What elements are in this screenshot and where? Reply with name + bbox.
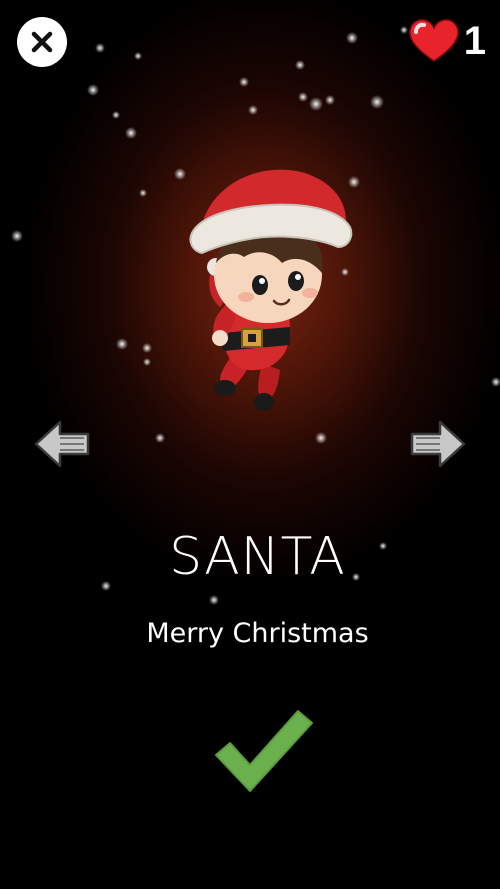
checkmark-icon	[215, 710, 313, 792]
lives-counter: 1	[408, 18, 486, 64]
lives-count: 1	[463, 19, 486, 63]
arrow-left-icon	[34, 420, 90, 468]
character-name: SANTA	[169, 527, 346, 587]
character-select-screen: 1 SANTA Merry Christmas	[0, 0, 500, 889]
previous-character-button[interactable]	[32, 418, 92, 470]
close-button[interactable]	[17, 17, 67, 67]
next-character-button[interactable]	[408, 418, 468, 470]
confirm-button[interactable]	[210, 705, 316, 795]
arrow-right-icon	[410, 420, 466, 468]
close-icon	[31, 31, 53, 53]
santa-character-image	[189, 169, 353, 411]
heart-icon	[408, 19, 459, 62]
character-subtitle: Merry Christmas	[146, 618, 369, 649]
